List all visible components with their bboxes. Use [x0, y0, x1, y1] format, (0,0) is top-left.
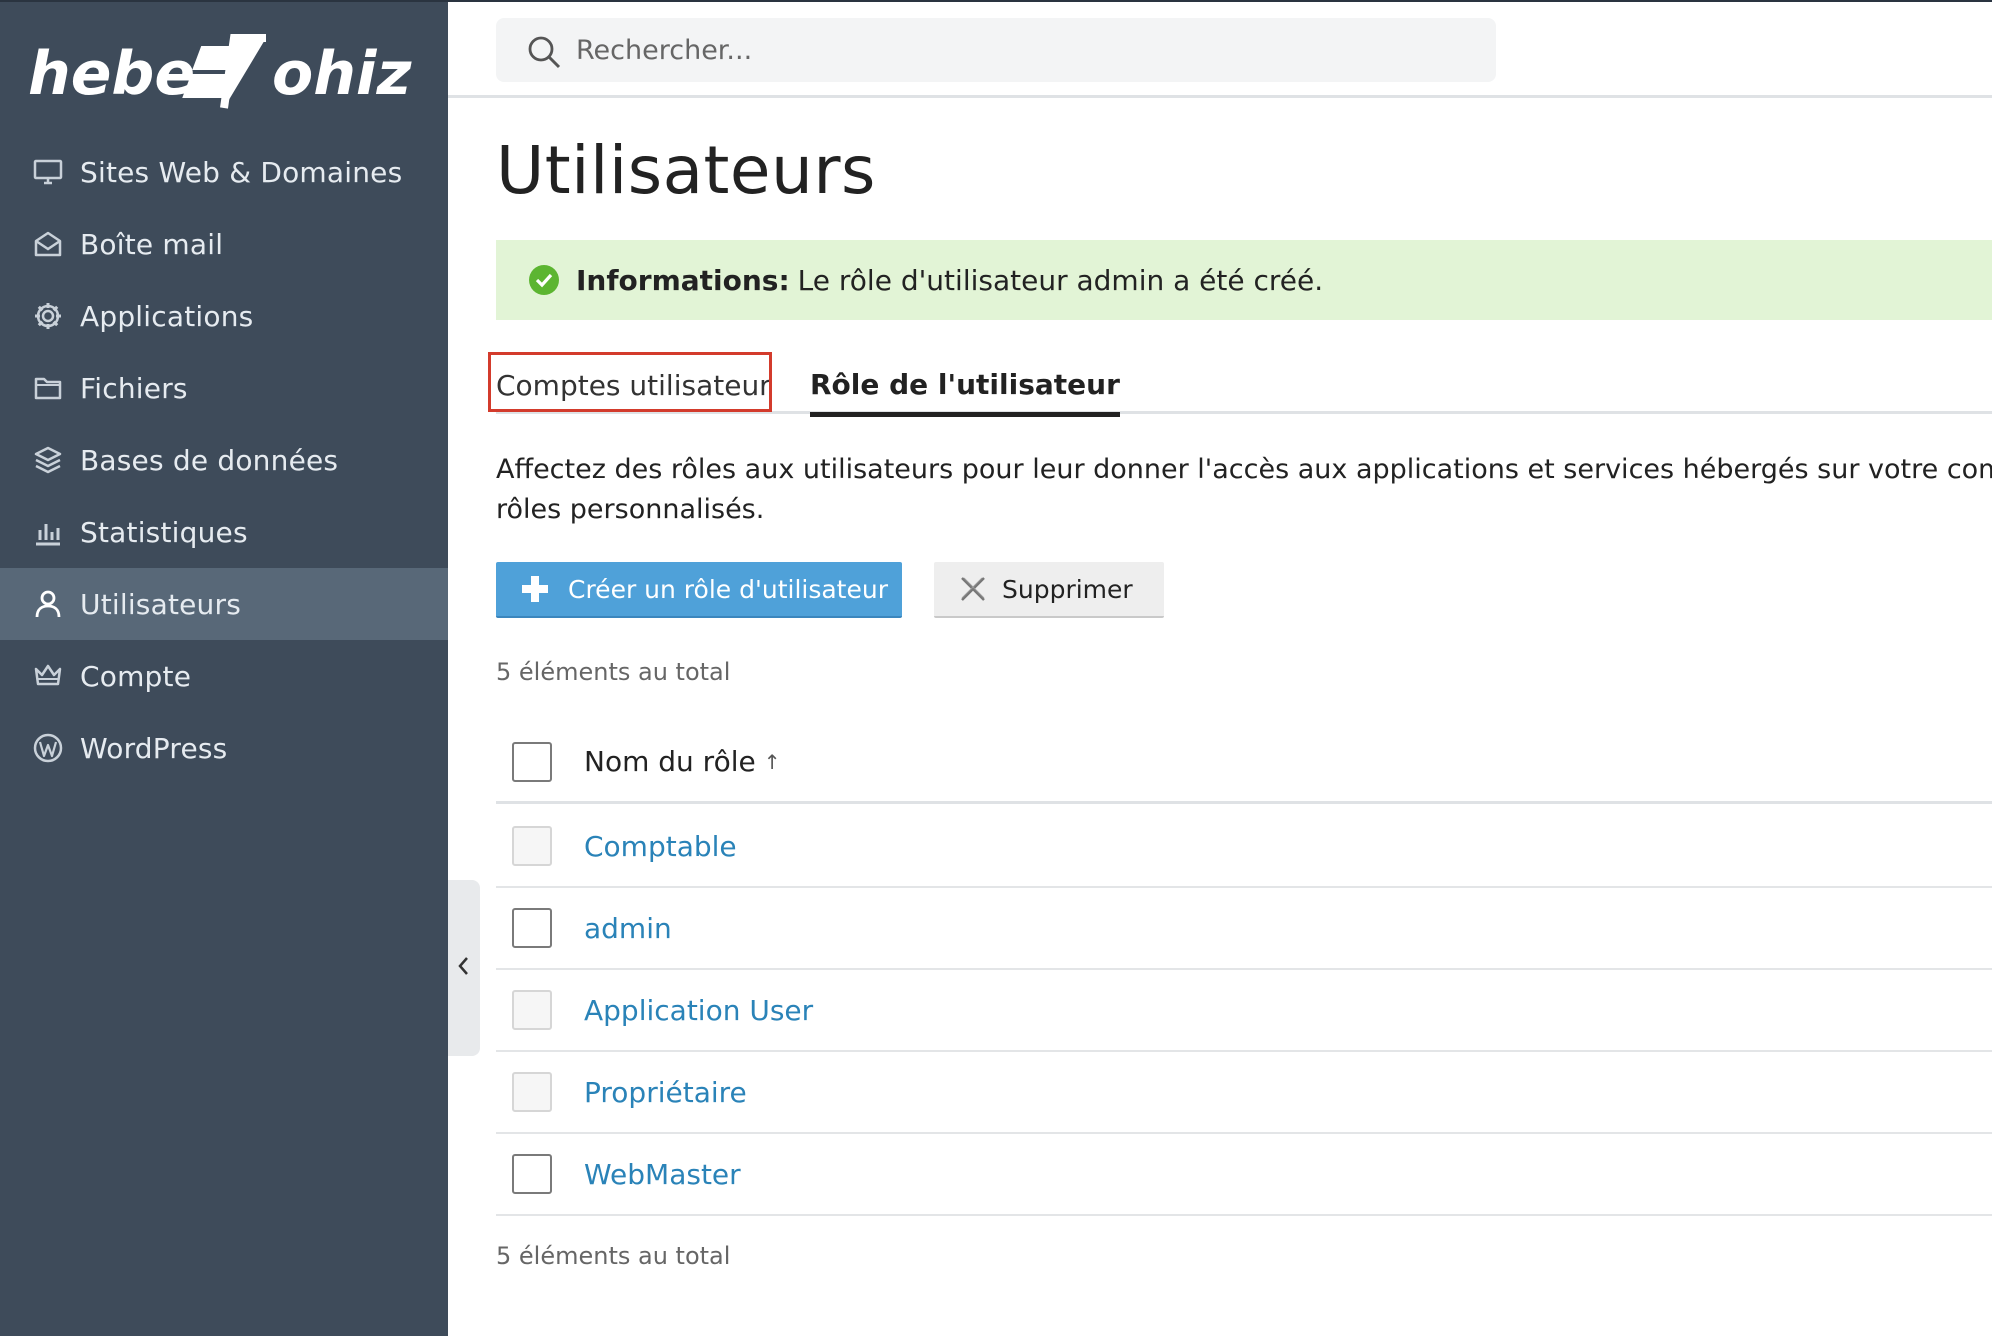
table-row: Comptable	[496, 806, 1992, 888]
sidebar-item-label: Statistiques	[80, 515, 248, 549]
select-all-checkbox[interactable]	[512, 741, 552, 782]
search-box[interactable]	[496, 18, 1496, 82]
delete-label: Supprimer	[1002, 574, 1133, 604]
brand-logo[interactable]: hebe ohiz	[28, 22, 428, 122]
sort-ascending-icon[interactable]: ↑	[764, 750, 781, 774]
sidebar-item-label: Utilisateurs	[80, 587, 242, 621]
sidebar-item-users[interactable]: Utilisateurs	[0, 568, 448, 640]
table-row: WebMaster	[496, 1134, 1992, 1216]
tab-user-accounts[interactable]: Comptes utilisateur	[488, 352, 772, 414]
sidebar-item-label: Compte	[80, 659, 192, 693]
role-link[interactable]: Application User	[584, 994, 813, 1027]
gear-icon	[32, 300, 64, 332]
crown-icon	[32, 660, 64, 692]
sidebar-item-applications[interactable]: Applications	[0, 280, 448, 352]
svg-text:ohiz: ohiz	[272, 39, 413, 109]
database-layers-icon	[32, 444, 64, 476]
plus-icon	[520, 574, 550, 604]
sidebar-item-label: Bases de données	[80, 443, 339, 477]
sidebar-item-label: Sites Web & Domaines	[80, 155, 403, 189]
sidebar-item-account[interactable]: Compte	[0, 640, 448, 712]
chevron-left-icon	[457, 955, 471, 981]
user-icon	[32, 588, 64, 620]
row-checkbox[interactable]	[512, 908, 552, 948]
tabs-bar: Comptes utilisateur Rôle de l'utilisateu…	[488, 352, 1992, 417]
tab-label: Rôle de l'utilisateur	[810, 367, 1120, 401]
page-title: Utilisateurs	[496, 132, 876, 209]
sidebar-item-label: Applications	[80, 299, 254, 333]
sidebar-item-wordpress[interactable]: WordPress	[0, 712, 448, 784]
sidebar-item-sites-web[interactable]: Sites Web & Domaines	[0, 136, 448, 208]
table-row: admin	[496, 888, 1992, 970]
highlight-box	[488, 352, 772, 412]
row-checkbox	[512, 826, 552, 866]
search-input[interactable]	[576, 34, 1456, 66]
sidebar-item-files[interactable]: Fichiers	[0, 352, 448, 424]
description-line-2: rôles personnalisés.	[496, 494, 765, 525]
create-role-label: Créer un rôle d'utilisateur	[568, 574, 888, 604]
roles-table: Nom du rôle ↑ Comptable admin Applicatio…	[496, 741, 1992, 1216]
sidebar-item-label: Boîte mail	[80, 227, 224, 261]
create-role-button[interactable]: Créer un rôle d'utilisateur	[496, 562, 902, 618]
alert-label: Informations:	[576, 263, 790, 297]
folder-icon	[32, 372, 64, 404]
total-count-bottom: 5 éléments au total	[496, 1242, 731, 1270]
sidebar-item-statistics[interactable]: Statistiques	[0, 496, 448, 568]
role-link[interactable]: Comptable	[584, 830, 737, 863]
sidebar-item-label: WordPress	[80, 731, 228, 765]
table-row: Application User	[496, 970, 1992, 1052]
row-checkbox	[512, 1072, 552, 1112]
role-link[interactable]: WebMaster	[584, 1158, 741, 1191]
tab-user-roles[interactable]: Rôle de l'utilisateur	[810, 356, 1120, 417]
svg-text:hebe: hebe	[28, 39, 195, 109]
sidebar-item-mail[interactable]: Boîte mail	[0, 208, 448, 280]
search-icon	[526, 34, 562, 70]
total-count-top: 5 éléments au total	[496, 658, 731, 686]
alert-message: Le rôle d'utilisateur admin a été créé.	[797, 263, 1324, 297]
sidebar-item-label: Fichiers	[80, 371, 188, 405]
sidebar-collapse-button[interactable]	[448, 880, 480, 1056]
monitor-icon	[32, 156, 64, 188]
column-header-role-name[interactable]: Nom du rôle	[584, 745, 756, 778]
role-link[interactable]: admin	[584, 912, 672, 945]
mail-icon	[32, 228, 64, 260]
wordpress-icon	[32, 732, 64, 764]
row-checkbox[interactable]	[512, 1154, 552, 1194]
sidebar: hebe ohiz Sites Web & Domaines Boîte mai…	[0, 0, 448, 1336]
info-alert: Informations: Le rôle d'utilisateur admi…	[496, 240, 1992, 320]
top-bar	[448, 0, 1992, 98]
close-icon	[958, 574, 988, 604]
bar-chart-icon	[32, 516, 64, 548]
row-checkbox	[512, 990, 552, 1030]
table-row: Propriétaire	[496, 1052, 1992, 1134]
table-header: Nom du rôle ↑	[496, 722, 1992, 804]
description-line-1: Affectez des rôles aux utilisateurs pour…	[496, 454, 1992, 485]
role-link[interactable]: Propriétaire	[584, 1076, 747, 1109]
sidebar-item-databases[interactable]: Bases de données	[0, 424, 448, 496]
delete-button[interactable]: Supprimer	[934, 562, 1164, 618]
check-circle-icon	[528, 264, 560, 296]
sidebar-nav: Sites Web & Domaines Boîte mail Applicat…	[0, 136, 448, 784]
page-description: Affectez des rôles aux utilisateurs pour…	[496, 450, 1992, 530]
